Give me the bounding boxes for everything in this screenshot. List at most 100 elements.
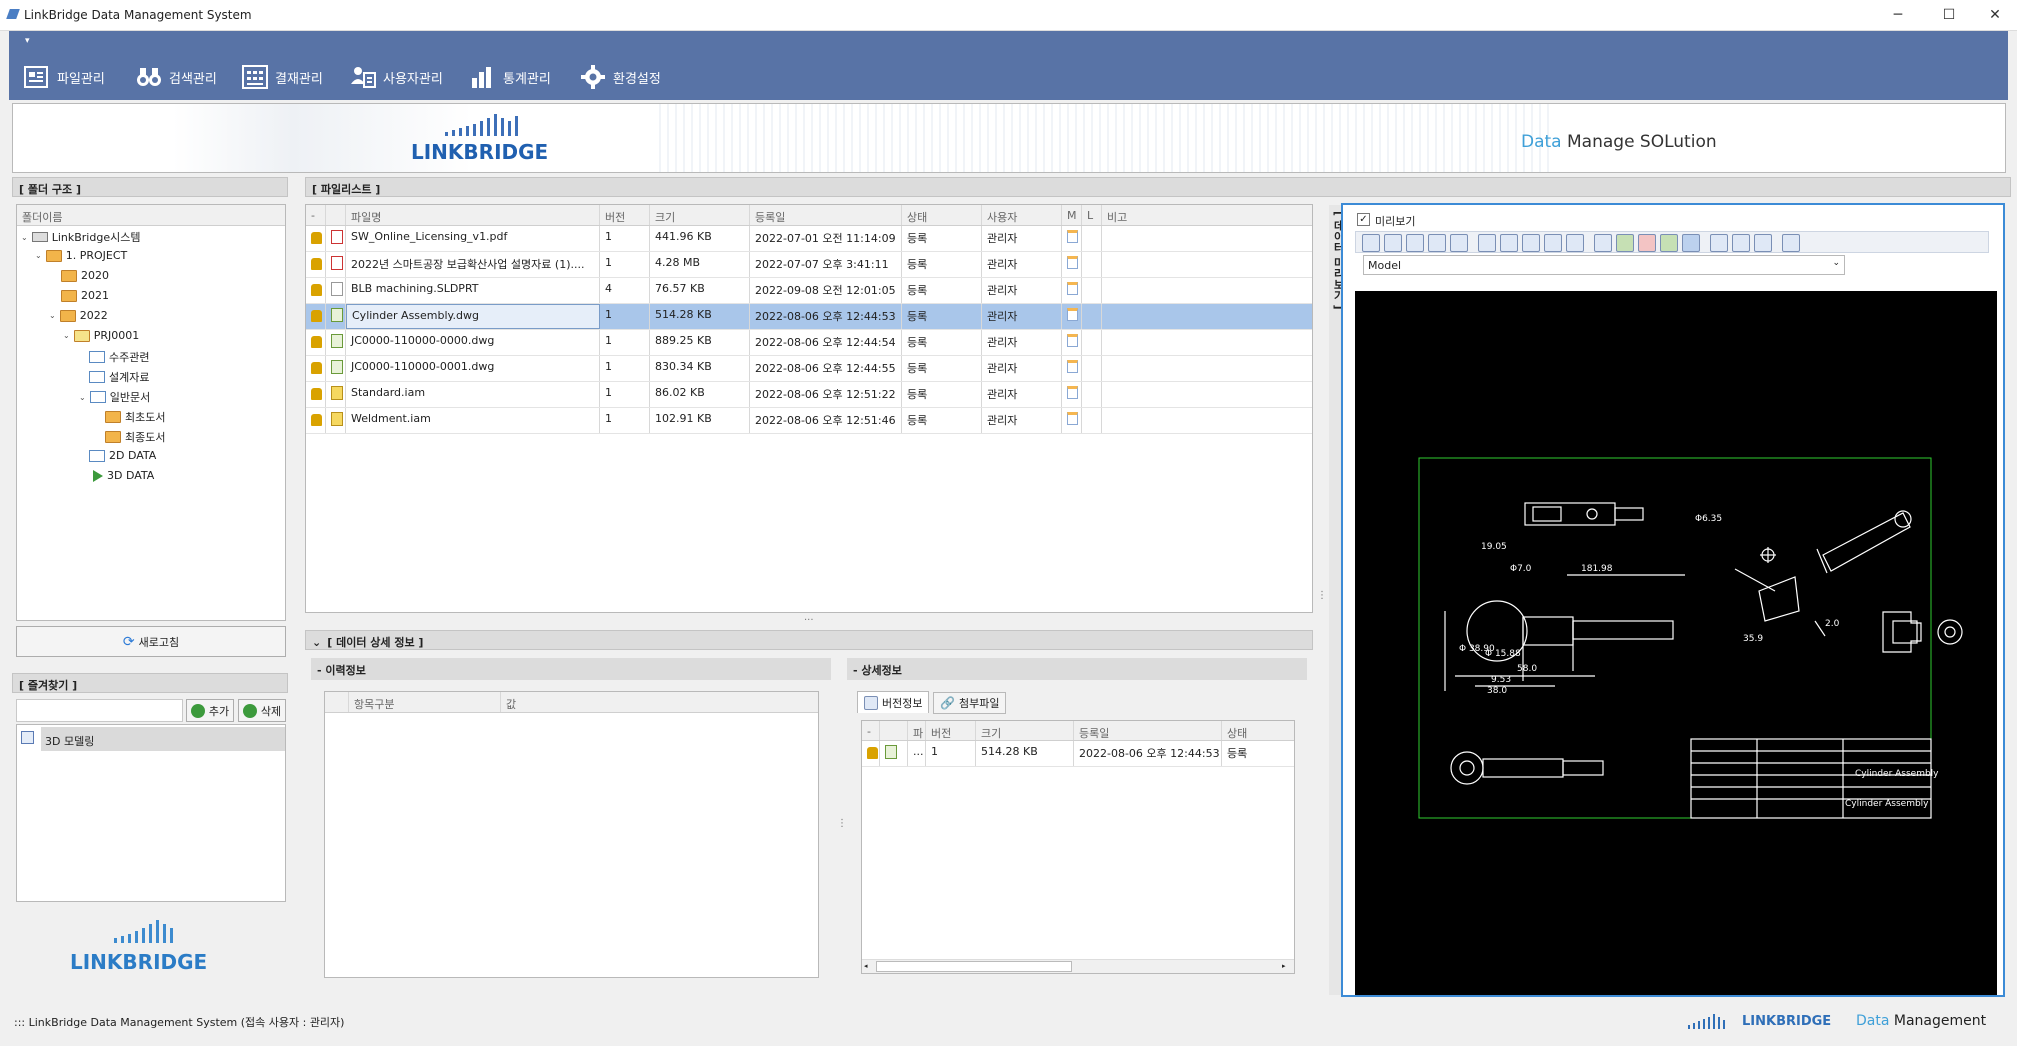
- lock-icon: [311, 414, 322, 426]
- toolbar-statistics-manage[interactable]: 통계관리: [469, 63, 551, 91]
- open-icon[interactable]: [1362, 234, 1380, 252]
- zoom-out-icon[interactable]: [1544, 234, 1562, 252]
- tree-node-2d-data[interactable]: 2D DATA: [89, 449, 156, 462]
- file-cell-size: 4.28 MB: [650, 252, 750, 277]
- file-list-title: [ 파일리스트 ]: [305, 177, 2011, 197]
- banner-pattern: [653, 104, 1553, 172]
- folder-icon: [61, 289, 77, 302]
- zoom-in-icon[interactable]: [1522, 234, 1540, 252]
- file-row[interactable]: Weldment.iam 1 102.91 KB 2022-08-06 오후 12:5…: [306, 408, 1312, 434]
- splitter-handle[interactable]: ···: [804, 615, 814, 626]
- preview-side-tab[interactable]: [ 데이터 미리보기 ]: [1329, 205, 1345, 995]
- folder-icon: [105, 431, 121, 443]
- tree-node-design[interactable]: 설계자료: [89, 369, 149, 385]
- view-mode-5-icon[interactable]: [1682, 234, 1700, 252]
- model-select[interactable]: Model ⌄: [1363, 255, 1845, 275]
- tree-node-order[interactable]: 수주관련: [89, 349, 149, 365]
- view-mode-3-icon[interactable]: [1638, 234, 1656, 252]
- favorites-delete-button[interactable]: 삭제: [238, 699, 286, 722]
- preview-splitter-handle[interactable]: ⋮: [1317, 590, 1327, 601]
- file-row[interactable]: JC0000-110000-0000.dwg 1 889.25 KB 2022-08-…: [306, 330, 1312, 356]
- toolbar-label: 사용자관리: [383, 71, 443, 87]
- tree-node-final-docs[interactable]: 최종도서: [105, 429, 165, 445]
- view-mode-2-icon[interactable]: [1616, 234, 1634, 252]
- file-cell-status: 등록: [902, 408, 982, 433]
- doc-folder-icon: [89, 371, 105, 383]
- toolbar-file-manage[interactable]: 파일관리: [23, 63, 105, 91]
- scrollbar-thumb[interactable]: [876, 961, 1072, 972]
- scroll-left-icon[interactable]: ◂: [864, 961, 874, 971]
- refresh-button[interactable]: ⟳ 새로고침: [16, 626, 286, 657]
- status-bars-icon: [1688, 1014, 1725, 1029]
- toolbar-search-manage[interactable]: 검색관리: [135, 63, 217, 91]
- banner-slogan-rest: Manage SOLution: [1567, 132, 1717, 152]
- delete-icon: [242, 703, 257, 718]
- bar-chart-icon: [472, 67, 491, 88]
- view-mode-4-icon[interactable]: [1660, 234, 1678, 252]
- horizontal-scrollbar[interactable]: ◂ ▸: [862, 959, 1294, 973]
- file-cell-name: 2022년 스마트공장 보급확산사업 설명자료 (1)....: [346, 252, 600, 277]
- memo-icon[interactable]: [1067, 282, 1078, 295]
- measure-icon[interactable]: [1710, 234, 1728, 252]
- toolbar-user-manage[interactable]: 사용자관리: [349, 63, 443, 91]
- bmp-icon[interactable]: [1406, 234, 1424, 252]
- vertical-splitter-handle[interactable]: ⋮: [837, 818, 847, 829]
- scroll-right-icon[interactable]: ▸: [1282, 961, 1292, 971]
- toolbar-approval-manage[interactable]: 결재관리: [241, 63, 323, 91]
- preview-print-icon[interactable]: [1478, 234, 1496, 252]
- memo-icon[interactable]: [1067, 256, 1078, 269]
- banner-slogan-accent: Data: [1521, 132, 1562, 152]
- file-cell-user: 관리자: [982, 330, 1062, 355]
- toolbar-label: 검색관리: [169, 71, 217, 87]
- memo-icon[interactable]: [1067, 334, 1078, 347]
- detail-panel-title[interactable]: ⌄[ 데이터 상세 정보 ]: [305, 630, 1313, 650]
- toolbar-settings[interactable]: 환경설정: [579, 63, 661, 91]
- refresh-icon: ⟳: [122, 633, 135, 650]
- file-row[interactable]: Cylinder Assembly.dwg 1 514.28 KB 2022-08-0…: [306, 304, 1312, 330]
- save-icon[interactable]: [1384, 234, 1402, 252]
- tree-node-general-docs[interactable]: ⌄ 일반문서: [79, 389, 150, 405]
- tree-node-3d-data[interactable]: 3D DATA: [93, 469, 154, 482]
- tree-node-2022[interactable]: ⌄ 2022: [49, 309, 108, 322]
- tree-node-first-docs[interactable]: 최초도서: [105, 409, 165, 425]
- memo-icon[interactable]: [1067, 360, 1078, 373]
- file-cell-date: 2022-07-07 오후 3:41:11: [750, 252, 902, 277]
- file-row[interactable]: BLB machining.SLDPRT 4 76.57 KB 2022-09-08 …: [306, 278, 1312, 304]
- memo-icon[interactable]: [1067, 412, 1078, 425]
- file-row[interactable]: JC0000-110000-0001.dwg 1 830.34 KB 2022-08-…: [306, 356, 1312, 382]
- favorite-item[interactable]: 3D 모델링: [41, 727, 285, 751]
- maximize-button[interactable]: ☐: [1926, 4, 1972, 26]
- version-row[interactable]: ... 1 514.28 KB 2022-08-06 오후 12:44:53 등…: [862, 741, 1294, 767]
- status-text: ::: LinkBridge Data Management System (접…: [14, 1016, 345, 1029]
- zoom-extents-icon[interactable]: [1566, 234, 1584, 252]
- file-row[interactable]: Standard.iam 1 86.02 KB 2022-08-06 오후 12:51…: [306, 382, 1312, 408]
- tab-version-info[interactable]: 버전정보: [857, 691, 930, 713]
- close-button[interactable]: ✕: [1972, 4, 2017, 26]
- compare-icon[interactable]: [1754, 234, 1772, 252]
- settings-icon[interactable]: [1782, 234, 1800, 252]
- file-cell-date: 2022-09-08 오전 12:01:05: [750, 278, 902, 303]
- favorites-add-button[interactable]: 추가: [186, 699, 234, 722]
- minimize-button[interactable]: ─: [1875, 4, 1921, 26]
- tree-node-root[interactable]: ⌄ LinkBridge시스템: [21, 229, 140, 245]
- quick-access-dropdown-icon[interactable]: ▾: [25, 36, 30, 46]
- preview-checkbox[interactable]: ✓: [1357, 213, 1370, 226]
- file-row[interactable]: SW_Online_Licensing_v1.pdf 1 441.96 KB 2022…: [306, 226, 1312, 252]
- tree-node-2021[interactable]: 2021: [61, 289, 109, 302]
- memo-icon[interactable]: [1067, 230, 1078, 243]
- tree-node-prj0001[interactable]: ⌄ PRJ0001: [63, 329, 139, 342]
- memo-icon[interactable]: [1067, 386, 1078, 399]
- view-mode-1-icon[interactable]: [1594, 234, 1612, 252]
- tree-node-2020[interactable]: 2020: [61, 269, 109, 282]
- memo-icon[interactable]: [1067, 308, 1078, 321]
- history-grid: 항목구분 값: [324, 691, 819, 978]
- print-icon[interactable]: [1450, 234, 1468, 252]
- tree-node-project[interactable]: ⌄ 1. PROJECT: [35, 249, 127, 262]
- export-icon[interactable]: [1428, 234, 1446, 252]
- cad-viewer-canvas[interactable]: 19.05 Φ6.35 Φ7.0 181.98 Φ 38.90 Φ 15.88 …: [1355, 291, 1997, 995]
- favorites-search-input[interactable]: [16, 699, 183, 722]
- file-row[interactable]: 2022년 스마트공장 보급확산사업 설명자료 (1).... 1 4.28 MB 2…: [306, 252, 1312, 278]
- copy-icon[interactable]: [1732, 234, 1750, 252]
- layers-icon[interactable]: [1500, 234, 1518, 252]
- tab-attachments[interactable]: 🔗 첨부파일: [933, 692, 1007, 714]
